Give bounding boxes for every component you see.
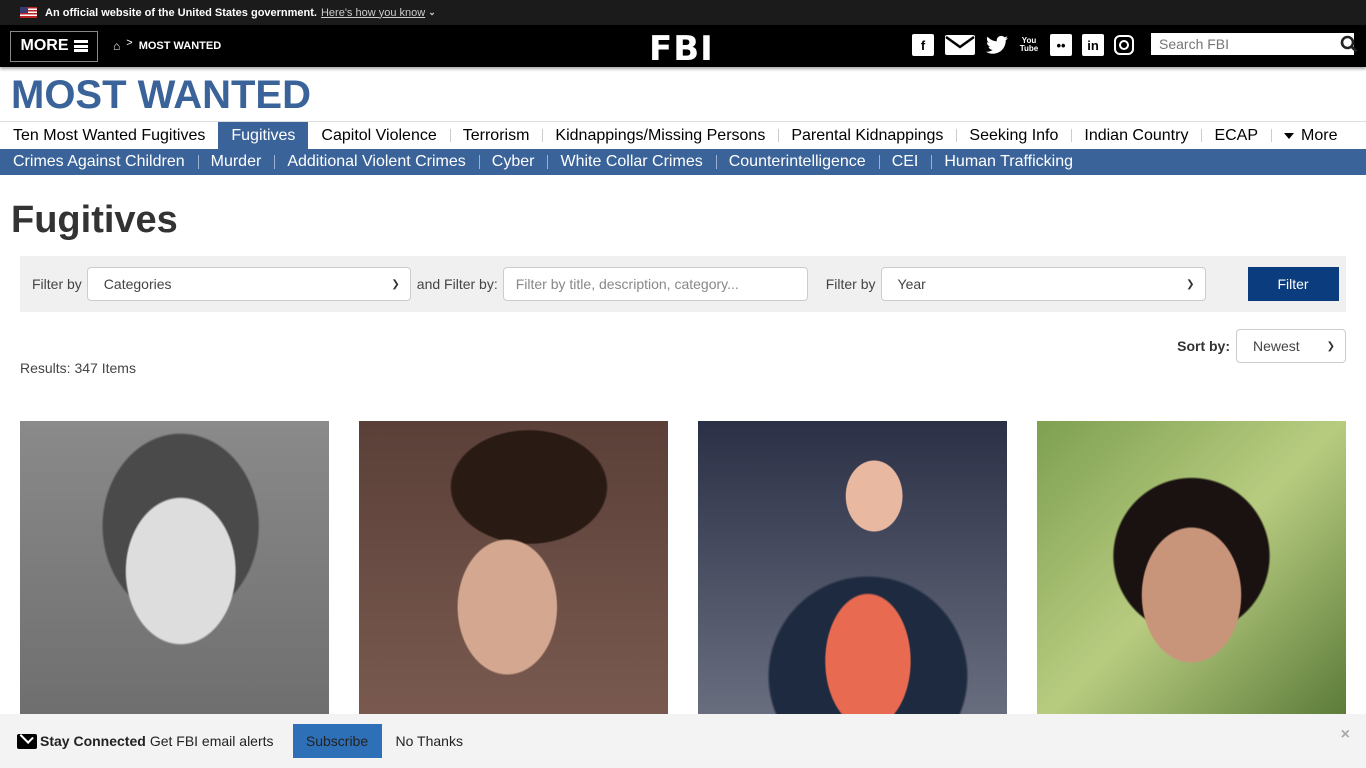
facebook-icon[interactable]: f xyxy=(912,34,934,56)
nav-fugitives[interactable]: Fugitives xyxy=(218,122,309,149)
nav-additional-violent-crimes[interactable]: Additional Violent Crimes xyxy=(274,153,478,171)
nav-label: More xyxy=(1301,126,1338,144)
nav-crimes-against-children[interactable]: Crimes Against Children xyxy=(0,153,198,171)
email-icon[interactable] xyxy=(944,34,976,56)
flickr-icon[interactable]: •• xyxy=(1050,34,1072,56)
more-label: MORE xyxy=(20,37,69,54)
gov-banner-text: An official website of the United States… xyxy=(45,6,317,19)
year-value: Year xyxy=(897,276,926,292)
linkedin-icon[interactable]: in xyxy=(1082,34,1104,56)
nav-ecap[interactable]: ECAP xyxy=(1201,122,1271,149)
year-select[interactable]: Year ❯ xyxy=(880,267,1206,301)
chevron-down-icon: ❯ xyxy=(1186,278,1195,290)
how-you-know-link[interactable]: Here's how you know xyxy=(321,7,425,19)
instagram-icon[interactable] xyxy=(1114,35,1134,55)
filter-text-label: and Filter by: xyxy=(416,276,498,292)
nav-capitol-violence[interactable]: Capitol Violence xyxy=(308,122,449,149)
fugitive-photo-4[interactable] xyxy=(1037,421,1346,721)
nav-label: Indian Country xyxy=(1084,126,1189,144)
title-row: MOST WANTED xyxy=(0,67,1366,121)
filter-bar: Filter by Categories ❯ and Filter by: Fi… xyxy=(20,256,1346,312)
nav-indian-country[interactable]: Indian Country xyxy=(1071,122,1201,149)
category-value: Categories xyxy=(103,276,172,292)
stay-connected-title: Stay Connected xyxy=(40,733,146,749)
filter-category-label: Filter by xyxy=(32,276,82,292)
category-select[interactable]: Categories ❯ xyxy=(86,267,411,301)
nav-cyber[interactable]: Cyber xyxy=(478,153,548,171)
caret-down-icon xyxy=(1284,132,1295,139)
fugitive-photo-1[interactable] xyxy=(20,421,329,721)
primary-nav: Ten Most Wanted Fugitives Fugitives Capi… xyxy=(0,121,1366,149)
breadcrumb-current[interactable]: MOST WANTED xyxy=(139,40,222,52)
nav-label: Parental Kidnappings xyxy=(791,126,944,144)
twitter-icon[interactable] xyxy=(986,34,1008,56)
page-title: Fugitives xyxy=(11,199,178,241)
filter-button[interactable]: Filter xyxy=(1247,267,1339,301)
site-title[interactable]: MOST WANTED xyxy=(11,73,311,118)
nav-white-collar-crimes[interactable]: White Collar Crimes xyxy=(547,153,715,171)
sort-select[interactable]: Newest ❯ xyxy=(1236,329,1346,363)
home-icon[interactable]: ⌂ xyxy=(113,39,120,53)
nav-murder[interactable]: Murder xyxy=(197,153,275,171)
social-links: f You Tube •• in xyxy=(912,34,1134,56)
us-flag-icon xyxy=(20,7,37,18)
envelope-icon xyxy=(17,733,37,749)
stay-connected-text: Get FBI email alerts xyxy=(149,733,274,749)
chevron-down-icon: ❯ xyxy=(1326,340,1335,352)
gov-banner: An official website of the United States… xyxy=(0,0,1366,25)
nav-human-trafficking[interactable]: Human Trafficking xyxy=(931,153,1086,171)
breadcrumb: ⌂ > MOST WANTED xyxy=(113,37,222,53)
chevron-down-icon: ❯ xyxy=(391,278,400,290)
fugitive-grid xyxy=(20,421,1346,721)
no-thanks-link[interactable]: No Thanks xyxy=(396,733,463,749)
youtube-icon[interactable]: You Tube xyxy=(1018,34,1040,56)
results-count: Results: 347 Items xyxy=(20,360,136,376)
nav-label: ECAP xyxy=(1214,126,1259,144)
search-input[interactable] xyxy=(1151,34,1340,54)
nav-label: Kidnappings/Missing Persons xyxy=(555,126,766,144)
nav-label: Seeking Info xyxy=(969,126,1059,144)
nav-ten-most-wanted[interactable]: Ten Most Wanted Fugitives xyxy=(0,122,218,149)
sort-value: Newest xyxy=(1253,338,1300,354)
search-box xyxy=(1151,33,1358,55)
close-icon[interactable]: × xyxy=(1341,726,1350,744)
filter-year-label: Filter by xyxy=(825,276,876,292)
stay-connected-bar: Stay Connected Get FBI email alerts Subs… xyxy=(0,714,1366,768)
nav-label: Fugitives xyxy=(231,126,296,144)
nav-label: Capitol Violence xyxy=(321,126,437,144)
secondary-nav: Crimes Against Children Murder Additiona… xyxy=(0,149,1366,175)
nav-more[interactable]: More xyxy=(1271,122,1350,149)
search-icon[interactable] xyxy=(1340,35,1358,53)
fbi-logo[interactable]: FBI xyxy=(649,29,714,69)
top-bar: MORE ⌂ > MOST WANTED FBI f You Tube •• in xyxy=(0,25,1366,69)
fugitive-photo-3[interactable] xyxy=(698,421,1007,721)
nav-kidnappings[interactable]: Kidnappings/Missing Persons xyxy=(542,122,778,149)
nav-label: Terrorism xyxy=(462,126,530,144)
chevron-down-icon[interactable]: ⌄ xyxy=(428,7,436,18)
subscribe-button[interactable]: Subscribe xyxy=(292,724,382,758)
sort-label: Sort by: xyxy=(1177,338,1230,354)
hamburger-icon xyxy=(73,40,88,52)
nav-counterintelligence[interactable]: Counterintelligence xyxy=(715,153,879,171)
nav-cei[interactable]: CEI xyxy=(878,153,932,171)
nav-terrorism[interactable]: Terrorism xyxy=(449,122,543,149)
nav-parental-kidnappings[interactable]: Parental Kidnappings xyxy=(778,122,956,149)
nav-label: Ten Most Wanted Fugitives xyxy=(13,126,206,144)
more-menu-button[interactable]: MORE xyxy=(10,30,98,62)
fugitive-photo-2[interactable] xyxy=(359,421,668,721)
breadcrumb-separator: > xyxy=(126,37,133,49)
nav-seeking-info[interactable]: Seeking Info xyxy=(956,122,1071,149)
filter-text-input[interactable] xyxy=(502,267,808,301)
